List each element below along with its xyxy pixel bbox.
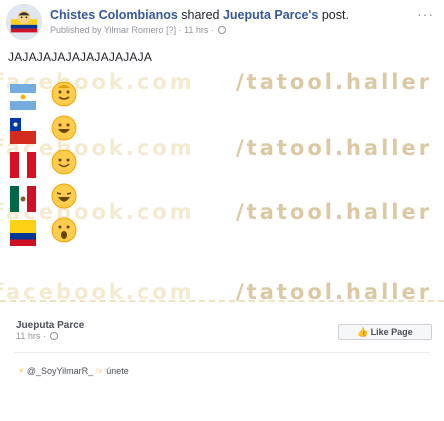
publisher-marker: [?] · (163, 25, 185, 35)
page-name-link[interactable]: Chistes Colombianos (50, 8, 178, 22)
emoji-column (50, 80, 84, 250)
post-header: Chistes Colombianos shared Jueputa Parce… (6, 4, 438, 44)
shared-post-text: ⚡ @_SoyYilmarR_ ☞ únete (18, 366, 129, 377)
peru-flag-icon (10, 152, 36, 178)
post-word: post. (318, 8, 349, 22)
shared-image[interactable]: facebook.com /tatool.haller facebook.com… (0, 66, 444, 311)
published-by-label: Published by (50, 25, 104, 35)
card-divider (14, 352, 430, 353)
post-meta-line: Published by Yilmar Romero [?] · 11 hrs … (50, 25, 227, 35)
chile-flag-icon (10, 118, 36, 144)
flag-column (10, 84, 36, 254)
watermark-tatool: /tatool.haller (236, 136, 433, 160)
watermark-tatool: /tatool.haller (236, 70, 433, 94)
smiling-emoji-icon (50, 80, 78, 108)
colombia-flag-icon (10, 220, 36, 246)
timestamp-link[interactable]: 11 hrs · (184, 25, 216, 35)
publisher-link[interactable]: Yilmar Romero (104, 25, 164, 35)
happy-emoji-icon (50, 148, 78, 176)
shared-from-link[interactable]: Jueputa Parce's (223, 8, 318, 22)
avatar-image (7, 5, 41, 39)
footer-join: únete (103, 366, 129, 376)
pointing-hand-icon: ☞ (95, 366, 104, 376)
mexico-flag-icon (10, 186, 36, 212)
action-text: shared (177, 8, 223, 22)
watermark-tatool: /tatool.haller (236, 200, 433, 224)
footer-handle: @_SoyYilmarR_ (24, 366, 96, 376)
post-title-line: Chistes Colombianos shared Jueputa Parce… (50, 8, 349, 22)
grinning-emoji-icon (50, 114, 78, 142)
post-text: JAJAJAJAJAJAJAJAJAJA (8, 50, 153, 64)
like-page-label: Like Page (370, 327, 413, 337)
shared-page-info: Jueputa Parce 11 hrs · (16, 320, 84, 342)
thumbs-up-icon: 👍 (357, 327, 369, 337)
globe-icon (50, 332, 59, 340)
shared-timestamp[interactable]: 11 hrs · (16, 331, 48, 341)
argentina-flag-icon (10, 84, 36, 110)
page-avatar[interactable] (6, 4, 42, 40)
more-options-button[interactable]: ··· (417, 6, 434, 22)
watermark-divider (0, 300, 444, 302)
surprised-emoji-icon (50, 216, 78, 244)
globe-icon (218, 26, 227, 34)
shared-page-name[interactable]: Jueputa Parce (16, 320, 84, 331)
like-page-button[interactable]: 👍 Like Page (338, 324, 432, 340)
laughing-emoji-icon (50, 182, 78, 210)
